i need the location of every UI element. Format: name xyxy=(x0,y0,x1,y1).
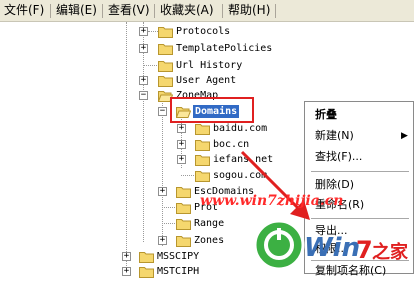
menu-file[interactable]: 文件(F) xyxy=(4,3,44,18)
watermark-site: www.win7zhijia.cn xyxy=(200,193,344,209)
collapse-toggle[interactable]: − xyxy=(139,91,148,100)
menu-help[interactable]: 帮助(H) xyxy=(228,3,270,18)
tree-line xyxy=(162,207,175,208)
expand-toggle[interactable]: + xyxy=(177,155,186,164)
submenu-arrow-icon: ▶ xyxy=(401,131,408,141)
expand-toggle[interactable]: + xyxy=(177,140,186,149)
svg-text:Win: Win xyxy=(304,233,360,263)
expand-toggle[interactable]: + xyxy=(158,236,167,245)
svg-text:之家: 之家 xyxy=(372,241,409,263)
tree-line xyxy=(143,65,157,66)
menu-item-new[interactable]: 新建(N) ▶ xyxy=(305,125,414,147)
expand-toggle[interactable]: + xyxy=(139,76,148,85)
menu-edit[interactable]: 编辑(E) xyxy=(56,3,97,18)
expand-toggle[interactable]: + xyxy=(139,44,148,53)
folder-icon xyxy=(176,236,191,247)
menu-separator xyxy=(154,4,155,18)
win7-logo: Win 7 之家 xyxy=(253,219,409,271)
expand-toggle[interactable]: + xyxy=(122,267,131,276)
menu-item-find[interactable]: 查找(F)... xyxy=(305,146,414,168)
menu-view[interactable]: 查看(V) xyxy=(108,3,150,18)
menu-item-collapse[interactable]: 折叠 xyxy=(305,104,414,126)
folder-icon xyxy=(158,44,173,55)
tree-node-zones[interactable]: Zones xyxy=(194,234,224,247)
highlight-box xyxy=(170,97,254,123)
menu-separator xyxy=(311,171,409,172)
svg-text:7: 7 xyxy=(356,236,373,264)
collapse-toggle[interactable]: − xyxy=(158,107,167,116)
expand-toggle[interactable]: + xyxy=(139,27,148,36)
tree-node-msscipy[interactable]: MSSCIPY xyxy=(157,250,199,263)
menu-separator xyxy=(222,4,223,18)
tree-node-url-history[interactable]: Url History xyxy=(176,59,242,72)
folder-icon xyxy=(158,27,173,38)
folder-icon xyxy=(195,140,210,151)
menu-separator xyxy=(275,4,276,18)
tree-node-user-agent[interactable]: User Agent xyxy=(176,74,236,87)
expand-toggle[interactable]: + xyxy=(158,187,167,196)
folder-icon xyxy=(195,155,210,166)
folder-icon xyxy=(139,252,154,263)
folder-icon xyxy=(158,61,173,72)
tree-line xyxy=(181,175,194,176)
folder-icon xyxy=(139,267,154,278)
menu-separator xyxy=(50,4,51,18)
folder-icon xyxy=(158,76,173,87)
tree-node-mstciph[interactable]: MSTCIPH xyxy=(157,265,199,278)
folder-icon xyxy=(176,219,191,230)
menu-separator xyxy=(102,4,103,18)
menu-favorites[interactable]: 收藏夹(A) xyxy=(160,3,214,18)
tree-node-protocols[interactable]: Protocols xyxy=(176,25,230,38)
folder-icon xyxy=(195,171,210,182)
menu-bar: 文件(F) 编辑(E) 查看(V) 收藏夹(A) 帮助(H) xyxy=(0,0,414,22)
expand-toggle[interactable]: + xyxy=(122,252,131,261)
expand-toggle[interactable]: + xyxy=(177,124,186,133)
folder-icon xyxy=(176,203,191,214)
folder-icon xyxy=(176,187,191,198)
tree-node-baidu[interactable]: baidu.com xyxy=(213,122,267,135)
tree-line xyxy=(126,22,127,274)
tree-line xyxy=(143,22,144,242)
tree-node-ranges[interactable]: Range xyxy=(194,217,224,230)
folder-icon xyxy=(195,124,210,135)
tree-line xyxy=(162,223,175,224)
tree-node-template-policies[interactable]: TemplatePolicies xyxy=(176,42,272,55)
